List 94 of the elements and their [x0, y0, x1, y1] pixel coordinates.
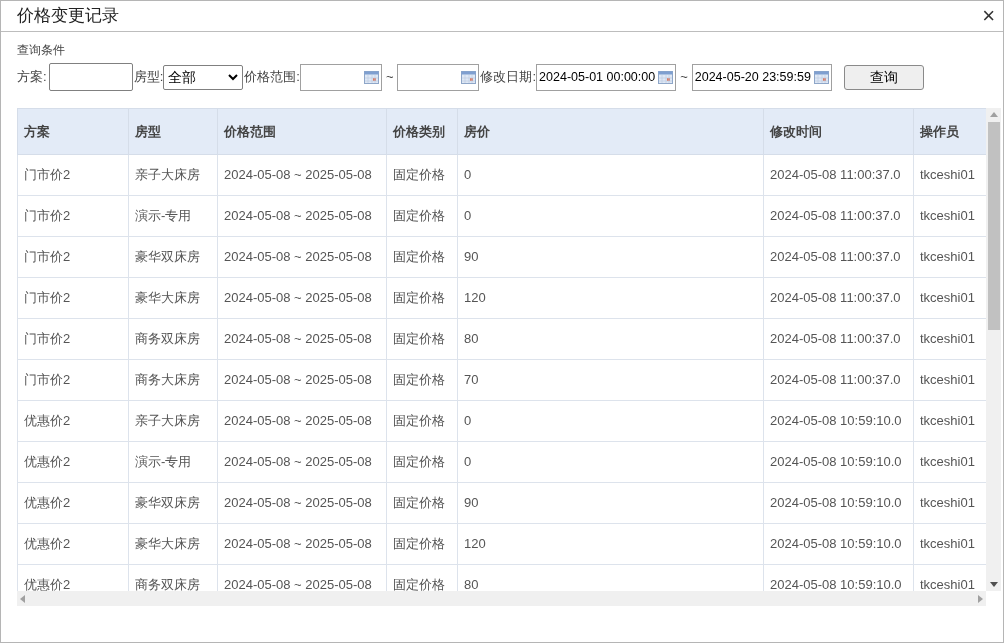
calendar-icon[interactable]	[658, 70, 674, 84]
query-button[interactable]: 查询	[843, 64, 924, 90]
column-header: 房型	[128, 108, 218, 155]
window-title: 价格变更记录	[17, 5, 119, 28]
table-cell: 2024-05-08 ~ 2025-05-08	[217, 236, 387, 278]
scroll-left-icon[interactable]	[20, 594, 25, 603]
table-cell: 2024-05-08 10:59:10.0	[763, 482, 914, 524]
calendar-icon[interactable]	[461, 70, 477, 84]
table-cell: 2024-05-08 ~ 2025-05-08	[217, 441, 387, 483]
table-cell: 门市价2	[17, 359, 129, 401]
table-cell: 2024-05-08 ~ 2025-05-08	[217, 359, 387, 401]
field-label: 房型:	[133, 68, 164, 87]
table-cell: 亲子大床房	[128, 400, 218, 442]
table-cell: 亲子大床房	[128, 154, 218, 196]
field-label: 修改日期:	[480, 68, 537, 87]
scroll-up-icon[interactable]	[989, 112, 998, 117]
table-cell: 2024-05-08 ~ 2025-05-08	[217, 277, 387, 319]
table-cell: 固定价格	[386, 441, 458, 483]
table-cell: 90	[457, 482, 764, 524]
table-cell: 2024-05-08 10:59:10.0	[763, 400, 914, 442]
calendar-icon[interactable]	[363, 70, 379, 84]
date-field[interactable]	[397, 63, 480, 91]
field-label: 方案:	[17, 68, 47, 87]
field-label: 价格范围:	[244, 68, 300, 87]
scroll-right-icon[interactable]	[978, 594, 983, 603]
table-cell: 0	[457, 195, 764, 237]
table-cell: 2024-05-08 ~ 2025-05-08	[217, 318, 387, 360]
table-cell: 固定价格	[386, 400, 458, 442]
table-cell: 0	[457, 154, 764, 196]
table-cell: 2024-05-08 10:59:10.0	[763, 441, 914, 483]
table-cell: 豪华大床房	[128, 277, 218, 319]
table-cell: 2024-05-08 11:00:37.0	[763, 195, 914, 237]
date-field[interactable]	[299, 63, 382, 91]
input-field[interactable]	[48, 63, 133, 91]
table-cell: 豪华双床房	[128, 482, 218, 524]
table-cell: 2024-05-08 11:00:37.0	[763, 318, 914, 360]
table-cell: 固定价格	[386, 277, 458, 319]
table-cell: 优惠价2	[17, 482, 129, 524]
table-cell: 2024-05-08 11:00:37.0	[763, 359, 914, 401]
table-cell: 优惠价2	[17, 441, 129, 483]
table-cell: 120	[457, 277, 764, 319]
range-separator: ~	[680, 68, 688, 87]
table-cell: 优惠价2	[17, 523, 129, 565]
calendar-icon[interactable]	[813, 70, 829, 84]
table-cell: 固定价格	[386, 359, 458, 401]
column-header: 方案	[17, 108, 129, 155]
table-cell: 90	[457, 236, 764, 278]
table-cell: 豪华大床房	[128, 523, 218, 565]
table-cell: 固定价格	[386, 318, 458, 360]
date-field[interactable]: 2024-05-20 23:59:59	[691, 63, 832, 91]
table-cell: 门市价2	[17, 236, 129, 278]
table-cell: 2024-05-08 ~ 2025-05-08	[217, 482, 387, 524]
table-cell: 70	[457, 359, 764, 401]
column-header: 房价	[457, 108, 764, 155]
vertical-scrollbar[interactable]	[986, 108, 1001, 591]
table-cell: 固定价格	[386, 195, 458, 237]
range-separator: ~	[385, 68, 394, 87]
table-cell: 2024-05-08 ~ 2025-05-08	[217, 400, 387, 442]
horizontal-scrollbar[interactable]	[17, 591, 986, 606]
table-cell: 豪华双床房	[128, 236, 218, 278]
table-cell: 演示-专用	[128, 195, 218, 237]
table-cell: 门市价2	[17, 195, 129, 237]
table-cell: 2024-05-08 10:59:10.0	[763, 523, 914, 565]
scroll-thumb[interactable]	[987, 122, 1000, 330]
table-cell: 0	[457, 441, 764, 483]
table-cell: 0	[457, 400, 764, 442]
date-field[interactable]: 2024-05-01 00:00:00	[536, 63, 677, 91]
table-cell: 2024-05-08 11:00:37.0	[763, 154, 914, 196]
scroll-down-icon[interactable]	[989, 582, 998, 587]
table-cell: 2024-05-08 11:00:37.0	[763, 277, 914, 319]
table-cell: 门市价2	[17, 154, 129, 196]
close-button[interactable]: ×	[982, 5, 995, 27]
table-cell: 优惠价2	[17, 400, 129, 442]
table-cell: 80	[457, 318, 764, 360]
table-cell: 2024-05-08 ~ 2025-05-08	[217, 523, 387, 565]
chevron-down-icon	[228, 73, 239, 81]
column-header: 价格类别	[386, 108, 458, 155]
table-cell: 固定价格	[386, 236, 458, 278]
column-header: 修改时间	[763, 108, 914, 155]
table-cell: 固定价格	[386, 482, 458, 524]
table-cell: 固定价格	[386, 523, 458, 565]
table-cell: 门市价2	[17, 277, 129, 319]
table-cell: 120	[457, 523, 764, 565]
column-header: 价格范围	[217, 108, 387, 155]
table-cell: 2024-05-08 ~ 2025-05-08	[217, 154, 387, 196]
table-cell: 2024-05-08 ~ 2025-05-08	[217, 195, 387, 237]
table-cell: 2024-05-08 11:00:37.0	[763, 236, 914, 278]
table-cell: 演示-专用	[128, 441, 218, 483]
table-cell: 商务大床房	[128, 359, 218, 401]
table-cell: 商务双床房	[128, 318, 218, 360]
section-label: 查询条件	[17, 42, 66, 59]
dropdown[interactable]: 全部	[163, 64, 244, 90]
table-cell: 门市价2	[17, 318, 129, 360]
table-cell: 固定价格	[386, 154, 458, 196]
